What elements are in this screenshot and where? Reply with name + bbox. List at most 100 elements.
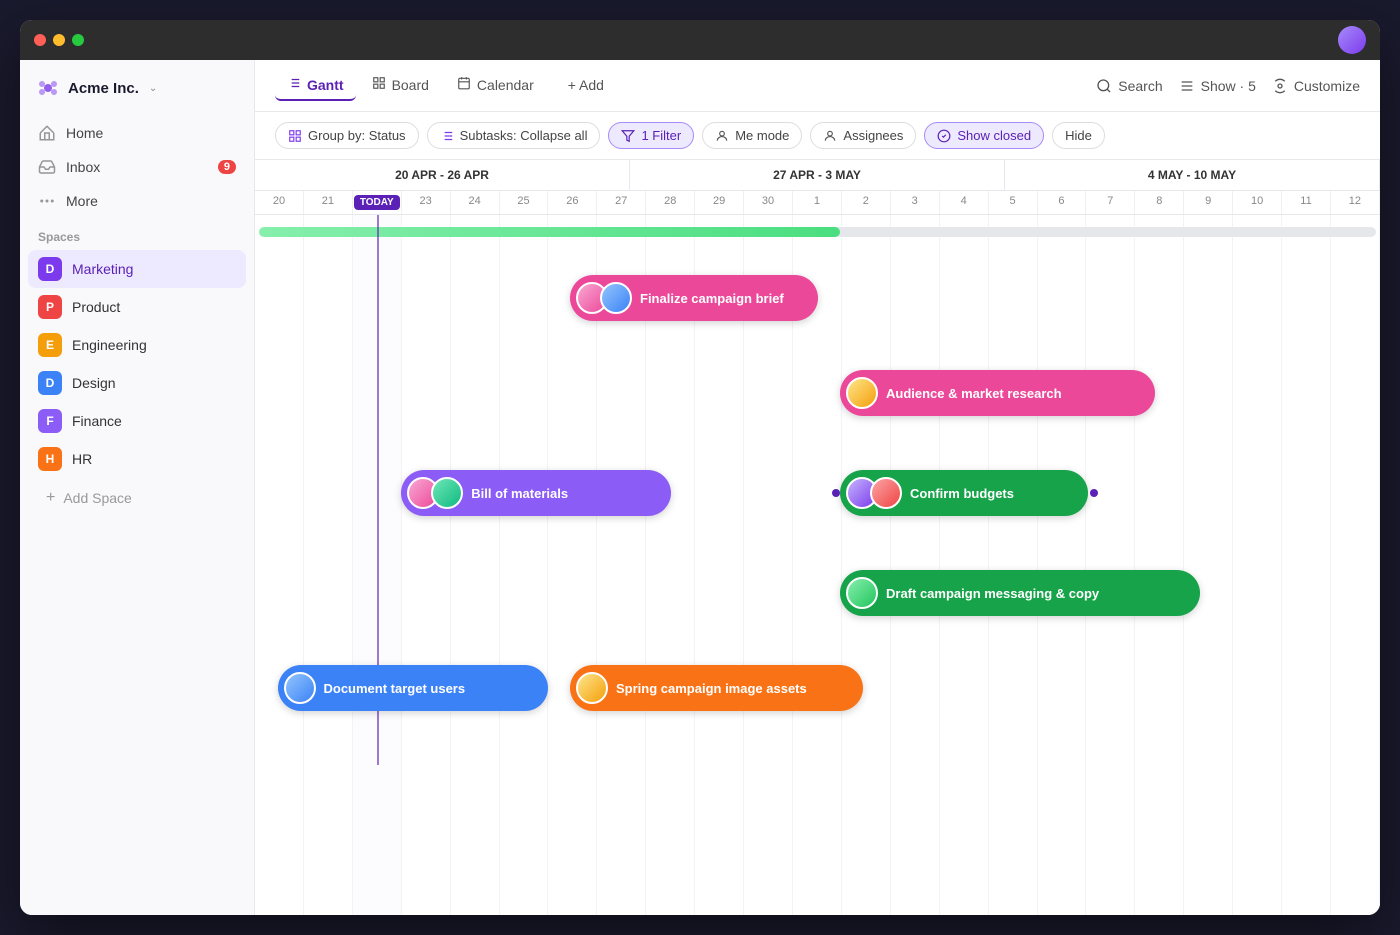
task-label-t2: Audience & market research: [886, 386, 1062, 401]
task-bar-t5[interactable]: Draft campaign messaging & copy: [840, 570, 1200, 616]
space-dot-finance: F: [38, 409, 62, 433]
inbox-badge: 9: [218, 160, 236, 174]
task-bar-t4[interactable]: Confirm budgets: [840, 470, 1088, 516]
tab-add[interactable]: + Add: [550, 71, 616, 101]
sidebar-item-design[interactable]: D Design: [28, 364, 246, 402]
day-cell-26: 26: [548, 191, 597, 214]
task-label-t3: Bill of materials: [471, 486, 568, 501]
tab-icon-board: [372, 76, 386, 93]
show-closed-icon: [937, 129, 951, 143]
sidebar-item-home[interactable]: Home: [28, 116, 246, 150]
add-space-button[interactable]: + Add Space: [28, 482, 246, 514]
subtasks-button[interactable]: Subtasks: Collapse all: [427, 122, 601, 149]
group-by-button[interactable]: Group by: Status: [275, 122, 419, 149]
hide-label: Hide: [1065, 128, 1092, 143]
me-mode-button[interactable]: Me mode: [702, 122, 802, 149]
tab-label-calendar: Calendar: [477, 77, 534, 93]
space-dot-engineering: E: [38, 333, 62, 357]
gantt-date-range-header: 20 APR - 26 APR 27 APR - 3 MAY 4 MAY - 1…: [255, 160, 1380, 191]
tab-calendar[interactable]: Calendar: [445, 70, 546, 101]
day-cell-30: 30: [744, 191, 793, 214]
space-dot-product: P: [38, 295, 62, 319]
title-bar: [20, 20, 1380, 60]
day-cell-4: 4: [940, 191, 989, 214]
assignees-label: Assignees: [843, 128, 903, 143]
home-label: Home: [66, 125, 103, 141]
workspace-name: Acme Inc.: [68, 80, 139, 97]
space-label-hr: HR: [72, 451, 92, 467]
minimize-button[interactable]: [53, 34, 65, 46]
sidebar-item-finance[interactable]: F Finance: [28, 402, 246, 440]
show-closed-button[interactable]: Show closed: [924, 122, 1044, 149]
sidebar-item-engineering[interactable]: E Engineering: [28, 326, 246, 364]
day-cell-29: 29: [695, 191, 744, 214]
sidebar-item-hr[interactable]: H HR: [28, 440, 246, 478]
day-cell-5: 5: [989, 191, 1038, 214]
sidebar-item-marketing[interactable]: D Marketing: [28, 250, 246, 288]
day-cell-6: 6: [1038, 191, 1087, 214]
task-label-t5: Draft campaign messaging & copy: [886, 586, 1099, 601]
fullscreen-button[interactable]: [72, 34, 84, 46]
search-button[interactable]: Search: [1096, 78, 1162, 94]
top-bar: Gantt Board Calendar + Add Search Show · 5: [255, 60, 1380, 112]
inbox-icon: [38, 158, 56, 176]
progress-bar-track: [259, 227, 1376, 237]
traffic-lights: [34, 34, 84, 46]
task-bar-t1[interactable]: Finalize campaign brief: [570, 275, 818, 321]
task-avatars-t1: [576, 282, 632, 314]
day-cell-21: 21: [304, 191, 353, 214]
day-cell-25: 25: [500, 191, 549, 214]
day-cell-7: 7: [1086, 191, 1135, 214]
task-bar-t2[interactable]: Audience & market research: [840, 370, 1155, 416]
spaces-list: D Marketing P Product E Engineering D De…: [20, 250, 254, 478]
task-avatars-t7: [576, 672, 608, 704]
task-bar-t3[interactable]: Bill of materials: [401, 470, 671, 516]
sidebar-item-more[interactable]: More: [28, 184, 246, 218]
customize-button[interactable]: Customize: [1272, 78, 1360, 94]
day-cell-10: 10: [1233, 191, 1282, 214]
sidebar-item-product[interactable]: P Product: [28, 288, 246, 326]
assignees-button[interactable]: Assignees: [810, 122, 916, 149]
space-label-design: Design: [72, 375, 116, 391]
tab-icon-gantt: [287, 76, 301, 93]
assignees-icon: [823, 129, 837, 143]
close-button[interactable]: [34, 34, 46, 46]
task-bar-t6[interactable]: Document target users: [278, 665, 548, 711]
filter-icon: [621, 129, 635, 143]
filter-button[interactable]: 1 Filter: [608, 122, 694, 149]
progress-bar-container: [255, 227, 1380, 237]
space-dot-hr: H: [38, 447, 62, 471]
app-logo-icon: [36, 76, 60, 100]
date-range-1: 20 APR - 26 APR: [255, 160, 630, 190]
show-label: Show · 5: [1201, 78, 1256, 94]
avatar-f2: [600, 282, 632, 314]
day-cell-3: 3: [891, 191, 940, 214]
day-cell-23: 23: [402, 191, 451, 214]
avatar-f2: [284, 672, 316, 704]
day-cell-9: 9: [1184, 191, 1233, 214]
tab-label-board: Board: [392, 77, 429, 93]
task-avatars-t2: [846, 377, 878, 409]
space-label-marketing: Marketing: [72, 261, 133, 277]
user-avatar[interactable]: [1338, 26, 1366, 54]
day-cell-22: TODAY: [353, 191, 402, 214]
me-mode-label: Me mode: [735, 128, 789, 143]
spaces-header: Spaces: [20, 218, 254, 250]
sidebar-item-inbox[interactable]: Inbox 9: [28, 150, 246, 184]
group-by-icon: [288, 129, 302, 143]
avatar-m4: [846, 577, 878, 609]
add-space-label: Add Space: [63, 490, 132, 506]
avatar-m1: [846, 377, 878, 409]
task-bar-t7[interactable]: Spring campaign image assets: [570, 665, 863, 711]
more-icon: [38, 192, 56, 210]
hide-button[interactable]: Hide: [1052, 122, 1105, 149]
sidebar-logo[interactable]: Acme Inc. ⌄: [20, 76, 254, 116]
inbox-label: Inbox: [66, 159, 100, 175]
toolbar: Group by: Status Subtasks: Collapse all …: [255, 112, 1380, 160]
tab-board[interactable]: Board: [360, 70, 441, 101]
tab-gantt[interactable]: Gantt: [275, 70, 356, 101]
task-label-t6: Document target users: [324, 681, 466, 696]
sidebar-nav: Home Inbox 9 More: [20, 116, 254, 218]
avatar-m2: [431, 477, 463, 509]
show-button[interactable]: Show · 5: [1179, 78, 1256, 94]
